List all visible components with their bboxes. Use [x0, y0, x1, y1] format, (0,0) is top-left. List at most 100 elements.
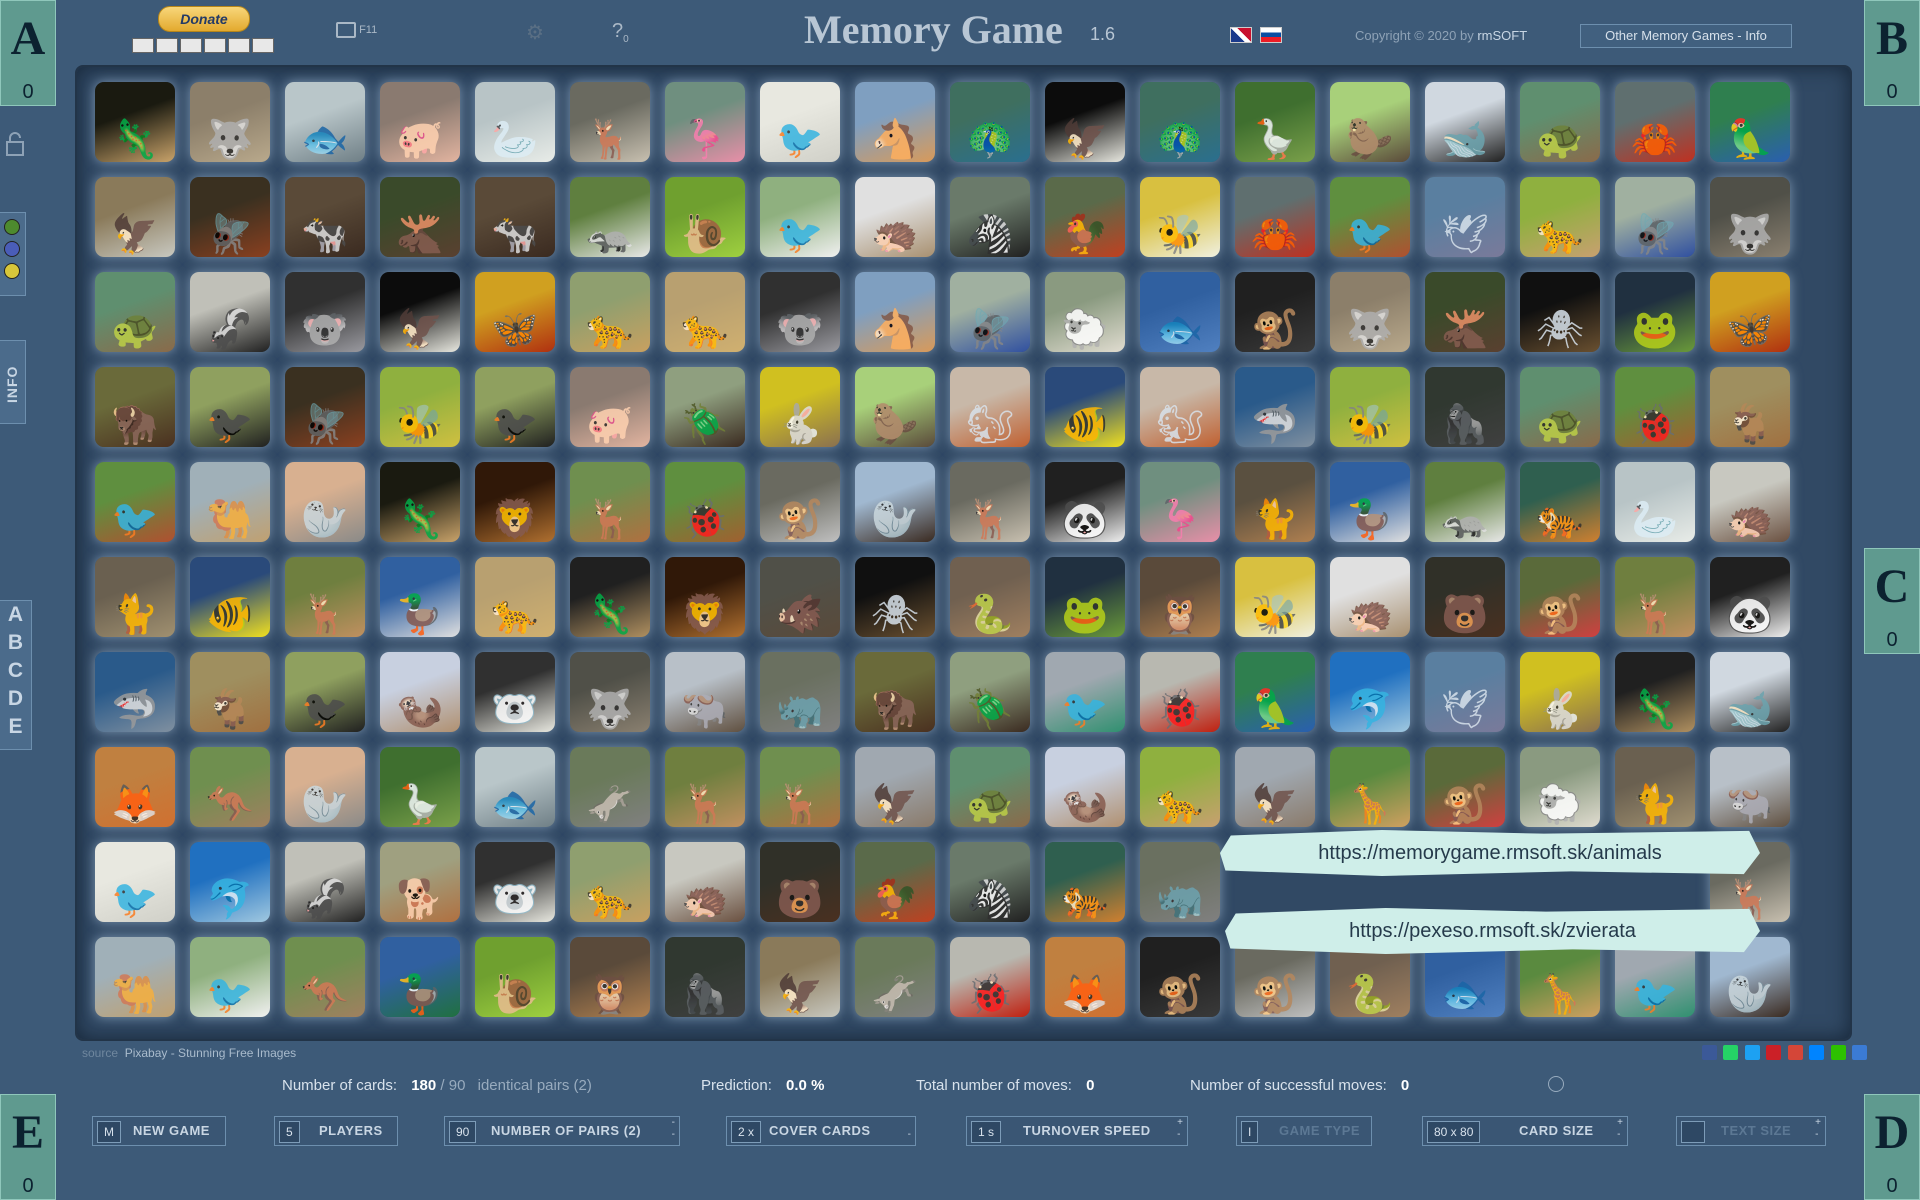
card-beetle[interactable]: 🪲 [950, 652, 1030, 732]
card-fawn[interactable]: 🦌 [285, 557, 365, 637]
player-b-panel[interactable]: B 0 [1864, 0, 1920, 106]
card-beaver[interactable]: 🦫 [1330, 82, 1410, 162]
card-donkey[interactable]: 🫏 [570, 747, 650, 827]
card-dragonfly[interactable]: 🪰 [285, 367, 365, 447]
card-mallard[interactable]: 🦆 [380, 937, 460, 1017]
card-walrus[interactable]: 🦭 [855, 462, 935, 542]
card-crow[interactable]: 🐦‍⬛ [190, 367, 270, 447]
card-size-button[interactable]: 80 x 80 CARD SIZE + - [1422, 1116, 1628, 1146]
color-selector[interactable] [0, 212, 26, 296]
card-beaver[interactable]: 🦫 [855, 367, 935, 447]
flag-sk-icon[interactable] [1260, 27, 1282, 43]
card-duck[interactable]: 🦆 [1330, 462, 1410, 542]
card-wasp[interactable]: 🐝 [380, 367, 460, 447]
card-flamingo[interactable]: 🦩 [665, 82, 745, 162]
card-mandrill[interactable]: 🐒 [1520, 557, 1600, 637]
card-snail[interactable]: 🐌 [665, 177, 745, 257]
card-stork[interactable]: 🐦 [760, 177, 840, 257]
card-iguana[interactable]: 🦎 [570, 557, 650, 637]
card-eagle[interactable]: 🦅 [1045, 82, 1125, 162]
player-a-panel[interactable]: A 0 [0, 0, 56, 106]
card-panda[interactable]: 🐼 [1710, 557, 1790, 637]
card-deer[interactable]: 🦌 [570, 82, 650, 162]
other-games-button[interactable]: Other Memory Games - Info [1580, 24, 1792, 48]
card-skunk[interactable]: 🦨 [285, 842, 365, 922]
card-hawk[interactable]: 🦅 [95, 177, 175, 257]
card-snail[interactable]: 🐌 [475, 937, 555, 1017]
color-dot-green[interactable] [4, 219, 20, 235]
card-chimpanzee[interactable]: 🐒 [1235, 272, 1315, 352]
card-cheetah[interactable]: 🐆 [665, 272, 745, 352]
card-tiger[interactable]: 🐅 [1045, 842, 1125, 922]
text-size-button[interactable]: TEXT SIZE + - [1676, 1116, 1826, 1146]
new-game-button[interactable]: M NEW GAME [92, 1116, 226, 1146]
player-c-panel[interactable]: C 0 [1864, 548, 1920, 654]
players-button[interactable]: 5 PLAYERS [274, 1116, 398, 1146]
card-crow[interactable]: 🐦‍⬛ [475, 367, 555, 447]
stepper-icon[interactable]: + - [1617, 1117, 1623, 1141]
card-zebra[interactable]: 🦓 [950, 842, 1030, 922]
card-frog[interactable]: 🐸 [1045, 557, 1125, 637]
card-turtle[interactable]: 🐢 [1520, 367, 1600, 447]
card-dog[interactable]: 🐕 [380, 842, 460, 922]
card-goose[interactable]: 🪿 [380, 747, 460, 827]
player-letters-tab[interactable]: A B C D E [0, 600, 32, 750]
card-squirrel[interactable]: 🐿 [950, 367, 1030, 447]
card-peacock[interactable]: 🦚 [950, 82, 1030, 162]
card-bug[interactable]: 🐞 [1615, 367, 1695, 447]
card-crab[interactable]: 🦀 [1235, 177, 1315, 257]
card-snake[interactable]: 🐍 [950, 557, 1030, 637]
card-squirrel[interactable]: 🐿 [1140, 367, 1220, 447]
card-lizard[interactable]: 🦎 [95, 82, 175, 162]
card-rabbit[interactable]: 🐇 [760, 367, 840, 447]
card-butterfly[interactable]: 🦋 [475, 272, 555, 352]
card-dolphin[interactable]: 🐬 [190, 842, 270, 922]
card-tropical-fish[interactable]: 🐠 [1045, 367, 1125, 447]
card-bison[interactable]: 🦬 [855, 652, 935, 732]
card-cat[interactable]: 🐈 [1615, 747, 1695, 827]
card-lynx[interactable]: 🐈 [1235, 462, 1315, 542]
card-owl[interactable]: 🦉 [570, 937, 650, 1017]
card-cow[interactable]: 🐄 [475, 177, 555, 257]
card-ibex[interactable]: 🐐 [1710, 367, 1790, 447]
card-bug[interactable]: 🐞 [665, 462, 745, 542]
pinterest-icon[interactable] [1766, 1045, 1782, 1060]
stepper-icon[interactable]: -- [672, 1117, 675, 1141]
card-pig[interactable]: 🐖 [570, 367, 650, 447]
url-banner[interactable]: https://memorygame.rmsoft.sk/animals [1220, 830, 1760, 876]
card-beetle[interactable]: 🪲 [665, 367, 745, 447]
card-turtle[interactable]: 🐢 [950, 747, 1030, 827]
card-horse[interactable]: 🐴 [855, 272, 935, 352]
card-ladybug[interactable]: 🐞 [950, 937, 1030, 1017]
card-hawk[interactable]: 🦅 [760, 937, 840, 1017]
card-fly[interactable]: 🪰 [950, 272, 1030, 352]
card-polar-bear[interactable]: 🐻‍❄️ [475, 842, 555, 922]
card-wolf[interactable]: 🐺 [1710, 177, 1790, 257]
card-horse[interactable]: 🐴 [855, 82, 935, 162]
turnover-speed-button[interactable]: 1 s TURNOVER SPEED + - [966, 1116, 1188, 1146]
card-fox[interactable]: 🦊 [95, 747, 175, 827]
card-seal[interactable]: 🦭 [285, 747, 365, 827]
card-sheep[interactable]: 🐑 [1045, 272, 1125, 352]
card-pigeon[interactable]: 🕊 [1425, 177, 1505, 257]
card-stingray[interactable]: 🐟 [475, 747, 555, 827]
card-camel[interactable]: 🐫 [190, 462, 270, 542]
card-meerkat[interactable]: 🦦 [380, 652, 460, 732]
card-hummingbird[interactable]: 🐦 [1045, 652, 1125, 732]
lock-icon[interactable] [4, 130, 26, 158]
card-leopard[interactable]: 🐆 [570, 272, 650, 352]
card-donkey[interactable]: 🫏 [855, 937, 935, 1017]
card-swallow[interactable]: 🐦 [760, 82, 840, 162]
card-lion[interactable]: 🦁 [665, 557, 745, 637]
card-kangaroo[interactable]: 🦘 [285, 937, 365, 1017]
card-meerkat[interactable]: 🦦 [1045, 747, 1125, 827]
card-lizard[interactable]: 🦎 [380, 462, 460, 542]
card-ibex[interactable]: 🐐 [190, 652, 270, 732]
source-link[interactable]: Pixabay - Stunning Free Images [125, 1046, 296, 1060]
card-hedgehog[interactable]: 🦔 [855, 177, 935, 257]
card-cow[interactable]: 🐄 [285, 177, 365, 257]
fullscreen-button[interactable]: F11 [336, 22, 377, 38]
card-falcon[interactable]: 🦅 [855, 747, 935, 827]
card-sheep[interactable]: 🐑 [1520, 747, 1600, 827]
whatsapp-icon[interactable] [1723, 1045, 1739, 1060]
